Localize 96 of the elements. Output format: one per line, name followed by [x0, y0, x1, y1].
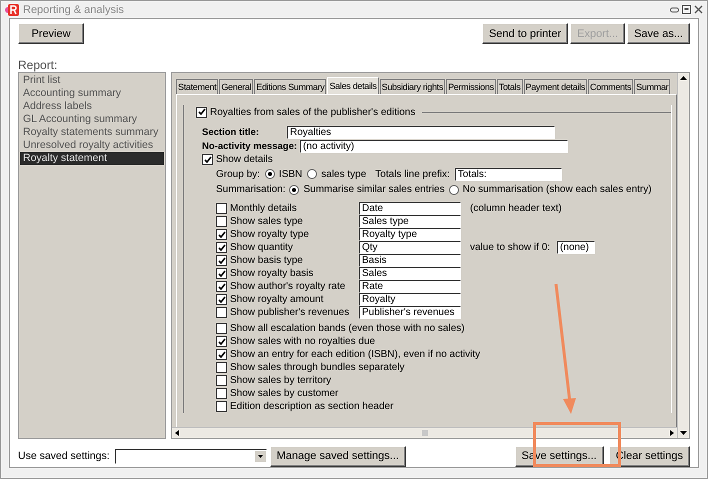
column-header-field[interactable]: Publisher's revenues	[359, 306, 461, 320]
checkbox[interactable]	[216, 375, 227, 386]
checkbox-label: Show royalty type	[230, 228, 309, 242]
report-label: Report:	[18, 58, 58, 72]
preview-button[interactable]: Preview	[18, 23, 84, 44]
column-header-field[interactable]: Royalty	[359, 293, 461, 306]
tab[interactable]: General	[219, 79, 254, 94]
column-header-field[interactable]: Sales	[359, 267, 461, 280]
tab[interactable]: Statement	[176, 79, 218, 94]
tab[interactable]: Sales details	[327, 77, 379, 94]
radio-button[interactable]	[264, 169, 275, 180]
radio-button[interactable]	[289, 184, 300, 195]
tab[interactable]: Permissions	[446, 79, 496, 94]
checkbox-label: Show quantity	[230, 241, 293, 254]
column-header-field[interactable]: Basis	[359, 254, 461, 268]
checkbox[interactable]	[216, 401, 227, 412]
checkbox-label: Show sales type	[230, 215, 303, 228]
checkbox[interactable]	[216, 294, 227, 306]
checkbox[interactable]	[216, 242, 227, 254]
summarisation-label: Summarisation:	[216, 183, 286, 196]
toolbar-button[interactable]: Save as...	[627, 23, 690, 44]
checkbox[interactable]	[216, 349, 227, 360]
report-list-item[interactable]: Royalty statements summary	[20, 126, 164, 140]
radio-button[interactable]	[448, 184, 459, 195]
radio-button[interactable]	[307, 169, 318, 180]
checkbox-label: Show details	[216, 153, 273, 166]
input-field[interactable]: Royalties	[287, 126, 555, 139]
checkbox-label: Show all escalation bands (even those with no sales)	[230, 322, 465, 336]
column-header-field[interactable]: Rate	[359, 280, 461, 294]
section-label: Royalties from sales of the publisher's editions	[210, 106, 416, 118]
checkbox-label: Show royalty basis	[230, 267, 314, 280]
checkbox-label: Edition description as section header	[230, 400, 394, 414]
input-field[interactable]: (no activity)	[300, 140, 568, 153]
close-icon[interactable]	[694, 5, 703, 14]
report-list-item[interactable]: Unresolved royalty activities	[20, 139, 164, 152]
app-logo-icon	[5, 2, 19, 17]
checkbox[interactable]	[202, 154, 213, 166]
field-label: value to show if 0:	[470, 241, 550, 254]
tab[interactable]: Comments	[588, 79, 634, 94]
column-header-field[interactable]: Qty	[359, 241, 461, 254]
checkbox-label: Show an entry for each edition (ISBN), even if no activity	[230, 348, 480, 362]
tab[interactable]: Summar	[634, 79, 670, 94]
radio-label: ISBN	[278, 168, 302, 181]
radio-label: sales type	[321, 168, 366, 181]
checkbox[interactable]	[216, 388, 227, 400]
report-list-item[interactable]: Address labels	[20, 100, 164, 114]
checkbox[interactable]	[216, 307, 227, 318]
minimize-icon[interactable]	[670, 5, 679, 14]
saved-settings-dropdown[interactable]	[114, 448, 267, 464]
checkbox[interactable]	[216, 229, 227, 240]
checkbox-label: Show royalty amount	[230, 293, 324, 306]
tab[interactable]: Subsidiary rights	[380, 79, 446, 94]
column-header-field[interactable]: Sales type	[359, 215, 461, 228]
checkbox-label: Show basis type	[230, 254, 303, 268]
checkbox[interactable]	[196, 106, 207, 118]
checkbox-label: Show publisher's revenues	[230, 306, 350, 320]
report-list-item[interactable]: Royalty statement	[20, 152, 164, 166]
checkbox[interactable]	[216, 336, 227, 348]
checkbox-label: Show sales by territory	[230, 374, 332, 388]
field-label: No-activity message:	[202, 140, 298, 153]
checkbox[interactable]	[216, 323, 227, 334]
group-by-label: Group by:	[216, 168, 260, 181]
manage-settings-button[interactable]: Manage saved settings...	[270, 446, 406, 467]
maximize-icon[interactable]	[682, 5, 691, 14]
horizontal-scrollbar[interactable]	[172, 427, 677, 438]
tab[interactable]: Editions Summary	[254, 79, 326, 94]
vertical-scrollbar[interactable]	[677, 73, 689, 438]
scroll-thumb-grip-icon[interactable]	[422, 430, 428, 436]
field-label: Section title:	[202, 126, 260, 139]
column-header-field[interactable]: Royalty type	[359, 228, 461, 242]
radio-label: Summarise similar sales entries	[303, 183, 445, 196]
checkbox-label: Monthly details	[230, 202, 297, 216]
hint-text: (column header text)	[470, 202, 562, 216]
toolbar-button[interactable]: Send to printer	[482, 23, 568, 44]
radio-label: No summarisation (show each sales entry)	[462, 183, 652, 196]
tab[interactable]: Totals	[496, 79, 522, 94]
checkbox-label: Show author's royalty rate	[230, 280, 346, 294]
checkbox[interactable]	[216, 203, 227, 214]
checkbox-label: Show sales with no royalties due	[230, 335, 376, 348]
input-field[interactable]: Totals:	[454, 168, 562, 181]
checkbox-label: Show sales by customer	[230, 387, 338, 400]
checkbox[interactable]	[216, 362, 227, 374]
saved-settings-label: Use saved settings:	[18, 450, 110, 462]
checkbox-label: Show sales through bundles separately	[230, 361, 405, 374]
checkbox[interactable]	[216, 255, 227, 266]
tab[interactable]: Payment details	[524, 79, 588, 94]
checkbox[interactable]	[216, 268, 227, 280]
window-title: Reporting & analysis	[23, 4, 124, 16]
checkbox[interactable]	[216, 281, 227, 292]
checkbox[interactable]	[216, 216, 227, 228]
totals-prefix-label: Totals line prefix:	[375, 168, 450, 181]
report-list-item[interactable]: Print list	[20, 74, 164, 88]
report-list-item[interactable]: Accounting summary	[20, 87, 164, 100]
report-list-item[interactable]: GL Accounting summary	[20, 113, 164, 126]
column-header-field[interactable]: Date	[359, 202, 461, 216]
input-field[interactable]: (none)	[557, 241, 596, 254]
